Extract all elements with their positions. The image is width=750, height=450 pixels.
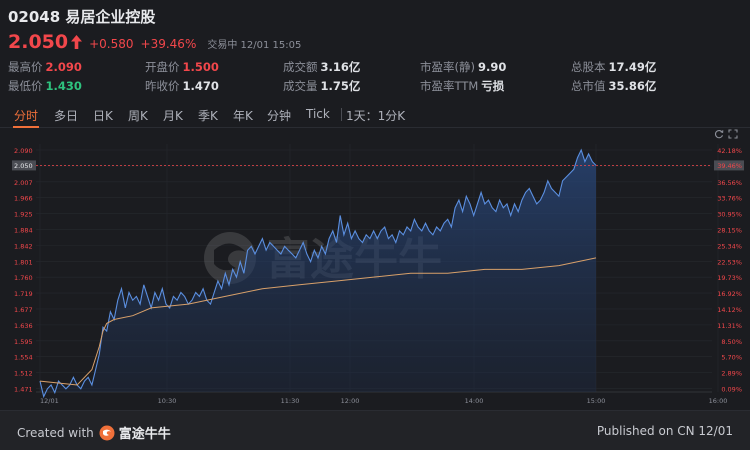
y-tick-pct-label: 25.34% — [717, 242, 742, 250]
y-tick-label: 1.636 — [14, 322, 33, 330]
y-tick-label: 1.925 — [14, 211, 33, 219]
y-tick-pct-label: 16.92% — [717, 290, 742, 298]
stock-code: 02048 — [8, 8, 61, 26]
current-price-tag: 2.050 — [14, 162, 33, 170]
y-tick-label: 1.677 — [14, 306, 33, 314]
x-tick-label: 12:00 — [341, 397, 360, 405]
stat-shares: 总股本 17.49亿 — [571, 60, 657, 74]
stock-header: 02048 易居企业控股 2.050 +0.580 +39.46% 交易中 12… — [0, 0, 750, 100]
y-tick-label: 1.595 — [14, 338, 33, 346]
x-tick-label: 14:00 — [465, 397, 484, 405]
tab-multi-day[interactable]: 多日 — [54, 107, 78, 124]
footer-brand: 富途牛牛 — [118, 427, 171, 442]
tab-month-k[interactable]: 月K — [163, 107, 183, 124]
y-axis-pct: 42.18% 39.46% 36.56% 33.76% 30.95% 28.15% 25.3… — [717, 147, 742, 393]
intraday-chart-svg: 富途牛牛 2.0902.0492.0071.9661.9251.8841.842… — [12, 144, 744, 405]
y-tick-pct-label: 36.56% — [717, 179, 742, 187]
y-tick-pct-label: 2.89% — [721, 370, 742, 378]
price-change: +0.580 — [89, 37, 134, 51]
stat-market-cap: 总市值 35.86亿 — [571, 79, 657, 93]
tab-week-k[interactable]: 周K — [128, 107, 148, 124]
tab-quarter-k[interactable]: 季K — [198, 107, 218, 124]
tab-day-k[interactable]: 日K — [93, 107, 113, 124]
x-tick-label: 10:30 — [158, 397, 177, 405]
published-date: Published on CN 12/01 — [596, 424, 733, 438]
stock-name: 易居企业控股 — [65, 8, 156, 26]
y-tick-pct-label: 28.15% — [717, 226, 742, 234]
y-tick-label: 1.512 — [14, 370, 33, 378]
trading-status: 交易中 12/01 15:05 — [207, 40, 302, 51]
stat-open: 开盘价 1.500 — [145, 60, 219, 74]
price-area-fill — [40, 150, 596, 397]
tab-minute[interactable]: 分钟 — [267, 107, 291, 124]
futu-logo-icon — [99, 425, 115, 440]
y-tick-pct-label: 14.12% — [717, 306, 742, 314]
stat-volume: 成交量 1.75亿 — [283, 79, 361, 93]
price-change-pct: +39.46% — [140, 37, 197, 51]
tab-1d-1m-k[interactable]: 1天：1分K — [346, 107, 405, 124]
chart-period-tabs: 分时 多日 日K 周K 月K 季K 年K 分钟 Tick 1天：1分K — [0, 100, 750, 128]
stat-turnover: 成交额 3.16亿 — [283, 60, 361, 74]
y-tick-label: 1.842 — [14, 242, 33, 250]
y-tick-label: 1.884 — [14, 226, 33, 234]
y-tick-label: 2.090 — [14, 147, 33, 155]
y-tick-label: 1.801 — [14, 258, 33, 266]
tab-intraday[interactable]: 分时 — [14, 107, 38, 124]
tab-tick[interactable]: Tick — [306, 107, 330, 121]
footer-credit: Created with 富途牛牛 — [17, 423, 171, 442]
stat-prev-close: 昨收价 1.470 — [145, 79, 219, 93]
footer: Created with 富途牛牛 Published on CN 12/01 — [0, 410, 750, 450]
y-tick-label: 1.760 — [14, 274, 33, 282]
stock-title: 02048 易居企业控股 — [8, 6, 155, 27]
y-tick-label: 1.471 — [14, 385, 33, 393]
price-row: 2.050 +0.580 +39.46% 交易中 12/01 15:05 — [8, 31, 301, 53]
y-axis-price: 2.0902.0492.0071.9661.9251.8841.8421.801… — [14, 147, 33, 393]
stat-high: 最高价 2.090 — [8, 60, 82, 74]
up-arrow-icon — [71, 35, 83, 49]
current-price: 2.050 — [8, 31, 69, 53]
y-tick-label: 2.007 — [14, 179, 33, 187]
x-tick-label: 11:30 — [281, 397, 300, 405]
y-tick-label: 1.554 — [14, 354, 33, 362]
x-tick-label: 15:00 — [587, 397, 606, 405]
y-tick-pct-label: 11.31% — [717, 322, 742, 330]
current-pct-tag: 39.46% — [717, 162, 742, 170]
y-tick-label: 1.966 — [14, 195, 33, 203]
y-tick-label: 1.719 — [14, 290, 33, 298]
y-tick-pct-label: 30.95% — [717, 211, 742, 219]
stat-low: 最低价 1.430 — [8, 79, 82, 93]
stat-pe-ttm: 市盈率TTM 亏损 — [420, 79, 505, 93]
x-axis-time: 12/01 10:30 11:30 12:00 14:00 15:00 16:00 — [40, 397, 727, 405]
created-with-text: Created with — [17, 425, 94, 440]
x-tick-label: 12/01 — [40, 397, 59, 405]
y-tick-pct-label: 33.76% — [717, 195, 742, 203]
stat-pe-static: 市盈率(静) 9.90 — [420, 60, 507, 74]
y-tick-pct-label: 42.18% — [717, 147, 742, 155]
y-tick-pct-label: 22.53% — [717, 258, 742, 266]
x-tick-label: 16:00 — [709, 397, 728, 405]
y-tick-pct-label: 5.70% — [721, 354, 742, 362]
y-tick-pct-label: 8.50% — [721, 338, 742, 346]
tab-year-k[interactable]: 年K — [233, 107, 253, 124]
intraday-chart: 富途牛牛 2.0902.0492.0071.9661.9251.8841.842… — [0, 128, 750, 410]
y-tick-pct-label: 0.09% — [721, 385, 742, 393]
tab-divider — [341, 108, 342, 121]
y-tick-pct-label: 19.73% — [717, 274, 742, 282]
